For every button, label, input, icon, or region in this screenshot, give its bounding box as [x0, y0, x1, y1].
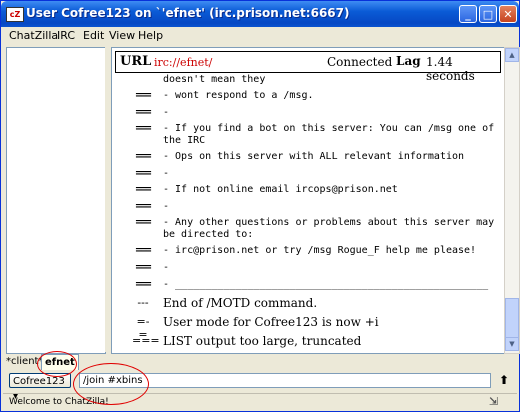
menu-edit[interactable]: Edit	[83, 29, 104, 42]
message-text: - irc@prison.net or try /msg Rogue_F hel…	[163, 245, 477, 256]
multiline-toggle-icon[interactable]: ⬆	[499, 373, 509, 387]
minimize-button[interactable]: _	[459, 5, 477, 23]
message-code: ===	[135, 151, 151, 162]
resize-grip-icon: ⇲	[489, 395, 499, 408]
window-title: User Cofree123 on `'efnet' (irc.prison.n…	[26, 6, 350, 20]
message-code: ===	[135, 201, 151, 212]
url-header: URL irc://efnet/ Connected Lag 1.44 seco…	[115, 51, 501, 83]
message-code: ===	[135, 184, 151, 195]
user-list[interactable]	[6, 47, 106, 354]
message-text: End of /MOTD command.	[163, 296, 318, 310]
menu-irc[interactable]: IRC	[57, 29, 75, 42]
message-text: - Ops on this server with ALL relevant i…	[163, 151, 465, 162]
chat-scrollbar[interactable]: ▲ ▼	[504, 47, 520, 354]
message-code: ---	[137, 296, 149, 309]
annotation-circle	[37, 351, 77, 377]
url-label: URL	[120, 54, 152, 69]
menu-chatzilla[interactable]: ChatZilla	[9, 29, 58, 42]
maximize-button[interactable]: □	[479, 5, 497, 23]
message-text: doesn't mean they	[163, 74, 266, 85]
scroll-thumb[interactable]	[505, 298, 519, 338]
message-code: ===	[135, 279, 151, 290]
message-code: ===	[135, 168, 151, 179]
close-button[interactable]: ✕	[499, 5, 517, 23]
message-code: ===	[135, 262, 151, 273]
message-text: LIST output too large, truncated	[163, 334, 362, 348]
message-text: - If not online email ircops@prison.net	[163, 184, 398, 195]
message-code: ===	[135, 107, 151, 118]
menu-view[interactable]: View	[109, 29, 135, 42]
title-bar[interactable]: cZ User Cofree123 on `'efnet' (irc.priso…	[1, 1, 519, 27]
lag-label: Lag	[396, 54, 421, 68]
scroll-up-icon[interactable]: ▲	[505, 48, 519, 62]
message-code: ===	[135, 123, 151, 134]
message-text: -	[163, 201, 170, 212]
message-text: - Any other questions or problems about …	[163, 217, 501, 240]
message-text: - ______________________________________…	[163, 279, 489, 290]
message-text: -	[163, 262, 170, 273]
url-link[interactable]: irc://efnet/	[154, 56, 212, 69]
message-code: ===	[135, 90, 151, 101]
message-code: ===	[132, 334, 160, 347]
message-text: -	[163, 168, 170, 179]
menu-bar: ChatZilla IRC Edit View Help	[3, 27, 517, 44]
connection-status: Connected	[327, 55, 393, 69]
nickname-label: Cofree123	[13, 376, 65, 387]
chatzilla-window: cZ User Cofree123 on `'efnet' (irc.priso…	[0, 0, 520, 412]
annotation-circle	[73, 363, 149, 405]
menu-help[interactable]: Help	[138, 29, 163, 42]
chatzilla-app-icon: cZ	[6, 7, 24, 22]
message-text: - wont respond to a /msg.	[163, 90, 314, 101]
message-code: ===	[135, 217, 151, 228]
pane-splitter[interactable]	[105, 47, 110, 352]
chat-output[interactable]: URL irc://efnet/ Connected Lag 1.44 seco…	[111, 47, 505, 354]
message-text: - If you find a bot on this server: You …	[163, 123, 501, 146]
message-code: ===	[135, 245, 151, 256]
message-text: User mode for Cofree123 is now +i	[163, 315, 379, 329]
scroll-down-icon[interactable]: ▼	[505, 337, 519, 351]
message-text: -	[163, 107, 170, 118]
